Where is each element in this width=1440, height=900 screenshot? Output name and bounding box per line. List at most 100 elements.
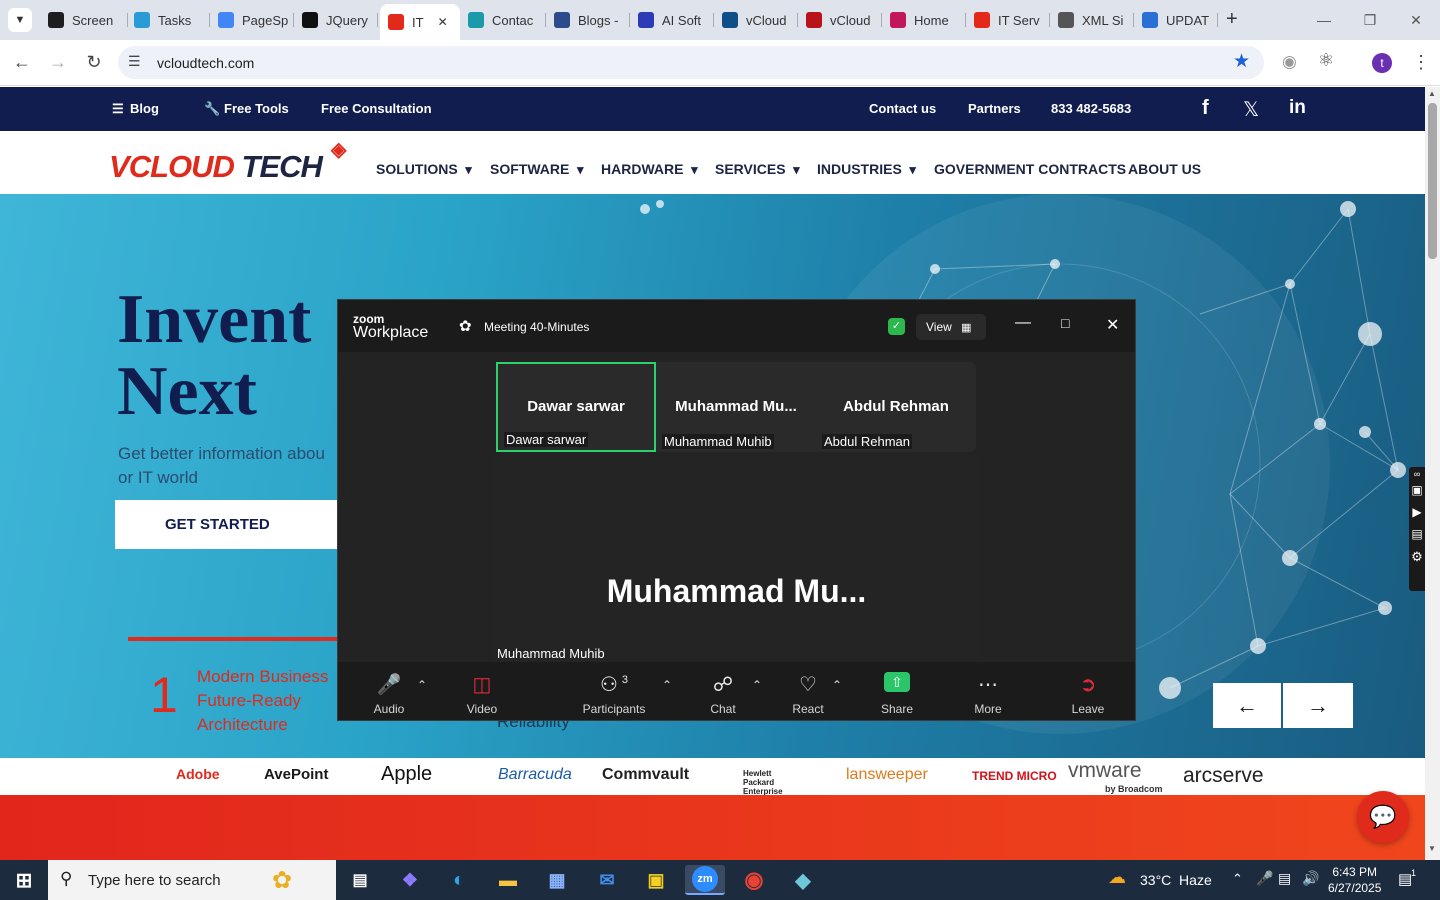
partners-link[interactable]: Partners [968, 101, 1021, 116]
window-icon[interactable]: ▤ [1409, 527, 1425, 541]
copilot-icon[interactable]: ❖ [390, 865, 430, 895]
tab-search-button[interactable]: ▼ [8, 8, 32, 32]
video-record-icon[interactable]: ▶ [1409, 505, 1425, 519]
participants-options-caret[interactable]: ⌃ [662, 678, 672, 692]
participant-tile-muhammad[interactable]: Muhammad Mu... Muhammad Muhib [656, 362, 816, 452]
app-diamond-icon[interactable]: ◆ [783, 865, 823, 895]
camera-icon[interactable]: ▣ [1409, 483, 1425, 497]
participant-tile-abdul[interactable]: Abdul Rehman Abdul Rehman [816, 362, 976, 452]
participants-button[interactable]: ⚇ 3 Participants [579, 672, 649, 716]
windows-start-icon[interactable]: ⊞ [4, 865, 44, 895]
mail-icon[interactable]: ✉ [587, 865, 627, 895]
link-icon[interactable]: ∞ [1409, 469, 1425, 479]
audio-options-caret[interactable]: ⌃ [417, 678, 427, 692]
browser-tab[interactable]: XML Si [1050, 6, 1134, 34]
browser-tab[interactable]: UPDAT [1134, 6, 1218, 34]
chat-widget-button[interactable]: 💬 [1357, 791, 1409, 843]
leave-button[interactable]: ➲ Leave [1053, 672, 1123, 716]
main-nav-item[interactable]: GOVERNMENT CONTRACTS [934, 161, 1126, 177]
reload-icon[interactable]: ↻ [83, 52, 105, 73]
restore-icon[interactable]: ❐ [1356, 8, 1384, 32]
more-button[interactable]: ⋯ More [953, 672, 1023, 716]
phone-link[interactable]: 833 482-5683 [1051, 101, 1131, 116]
browser-tab[interactable]: IT Serv [966, 6, 1050, 34]
participant-tile-dawar[interactable]: Dawar sarwar Dawar sarwar [496, 362, 656, 452]
tab-close-icon[interactable]: ✕ [438, 15, 448, 29]
main-nav-item[interactable]: SOFTWARE ▾ [490, 161, 583, 178]
main-nav-item[interactable]: ABOUT US [1128, 161, 1201, 177]
contact-link[interactable]: Contact us [869, 101, 936, 116]
translate-icon[interactable]: ◉ [1282, 52, 1297, 72]
facebook-icon[interactable]: f [1202, 97, 1209, 120]
network-icon[interactable]: ▤ [1278, 870, 1291, 887]
profile-avatar[interactable]: t [1372, 53, 1392, 73]
browser-tab[interactable]: Tasks [126, 6, 210, 34]
audio-button[interactable]: 🎤 Audio [354, 672, 424, 716]
zoom-maximize-icon[interactable]: □ [1061, 315, 1069, 331]
zoom-minimize-icon[interactable]: — [1015, 314, 1031, 332]
main-nav-item[interactable]: SOLUTIONS ▾ [376, 161, 472, 178]
slider-prev-button[interactable]: ← [1213, 683, 1281, 728]
free-tools-link[interactable]: Free Tools [224, 101, 289, 116]
chat-options-caret[interactable]: ⌃ [752, 678, 762, 692]
zoom-taskbar-icon[interactable]: zm [685, 865, 725, 895]
file-explorer-icon[interactable]: ▬ [488, 865, 528, 895]
browser-tab[interactable]: vCloud [798, 6, 882, 34]
notification-icon[interactable]: ▤ 1 [1398, 868, 1416, 888]
video-button[interactable]: ◫ Video [447, 672, 517, 716]
browser-tab[interactable]: AI Soft [630, 6, 714, 34]
scroll-up-arrow[interactable]: ▲ [1428, 89, 1436, 98]
forward-arrow-icon[interactable]: → [47, 52, 69, 73]
browser-tab[interactable]: Contac [460, 6, 546, 34]
address-bar[interactable]: ☰ vcloudtech.com ★ [118, 46, 1264, 79]
new-tab-button[interactable]: + [1226, 8, 1238, 31]
get-started-button[interactable]: GET STARTED [115, 500, 340, 549]
main-nav-item[interactable]: INDUSTRIES ▾ [817, 161, 916, 178]
bookmark-star-icon[interactable]: ★ [1233, 50, 1250, 73]
x-social-icon[interactable]: 𝕏 [1243, 97, 1259, 122]
store-icon[interactable]: ▦ [537, 865, 577, 895]
clock[interactable]: 6:43 PM 6/27/2025 [1328, 864, 1381, 896]
react-options-caret[interactable]: ⌃ [832, 678, 842, 692]
chat-button[interactable]: ☍ Chat [688, 672, 758, 716]
site-info-icon[interactable]: ☰ [128, 53, 141, 70]
page-scrollbar[interactable]: ▲ ▼ [1425, 87, 1440, 860]
minimize-icon[interactable]: — [1310, 8, 1338, 32]
volume-icon[interactable]: 🔊 [1302, 870, 1319, 887]
close-window-icon[interactable]: ✕ [1402, 8, 1430, 32]
browser-tab[interactable]: Home [882, 6, 966, 34]
main-nav-item[interactable]: SERVICES ▾ [715, 161, 800, 178]
weather-icon[interactable]: ☁ [1108, 867, 1126, 888]
scroll-thumb[interactable] [1428, 103, 1437, 259]
edge-icon[interactable]: ◐ [439, 865, 479, 895]
scroll-down-arrow[interactable]: ▼ [1428, 844, 1436, 853]
vcloud-logo[interactable]: VCLOUD TECH ◈ [109, 139, 346, 185]
kebab-menu-icon[interactable]: ⋮ [1412, 52, 1430, 73]
back-arrow-icon[interactable]: ← [11, 52, 33, 73]
browser-tab[interactable]: PageSp [210, 6, 294, 34]
browser-tab[interactable]: Blogs - [546, 6, 630, 34]
weather-text[interactable]: 33°C Haze [1140, 872, 1212, 888]
chrome-icon[interactable]: ◉ [734, 865, 774, 895]
free-consultation-link[interactable]: Free Consultation [321, 101, 432, 116]
browser-tab[interactable]: JQuery [294, 6, 378, 34]
active-speaker-view[interactable]: Muhammad Mu... Muhammad Muhib [493, 457, 980, 663]
linkedin-icon[interactable]: in [1289, 97, 1306, 119]
blog-link[interactable]: Blog [130, 101, 159, 116]
sticky-notes-icon[interactable]: ▣ [636, 865, 676, 895]
slider-next-button[interactable]: → [1283, 683, 1353, 728]
browser-tab[interactable]: vCloud [714, 6, 798, 34]
view-button[interactable]: View ▦ [916, 314, 986, 340]
taskbar-search-box[interactable]: ⚲ Type here to search ✿ [48, 860, 336, 900]
extensions-icon[interactable]: ⚛ [1318, 50, 1334, 71]
tray-chevron-icon[interactable]: ⌃ [1232, 871, 1243, 887]
task-view-icon[interactable]: ▤ [340, 865, 380, 895]
shield-check-icon[interactable]: ✓ [888, 318, 905, 335]
share-button[interactable]: ⇧ Share [862, 672, 932, 716]
meeting-title[interactable]: Meeting 40-Minutes [484, 320, 589, 334]
main-nav-item[interactable]: HARDWARE ▾ [601, 161, 698, 178]
tray-mic-icon[interactable]: 🎤 [1256, 870, 1273, 887]
browser-tab[interactable]: IT ✕ [380, 4, 460, 40]
browser-tab[interactable]: Screen [40, 6, 128, 34]
gear-icon[interactable]: ⚙ [1409, 549, 1425, 565]
